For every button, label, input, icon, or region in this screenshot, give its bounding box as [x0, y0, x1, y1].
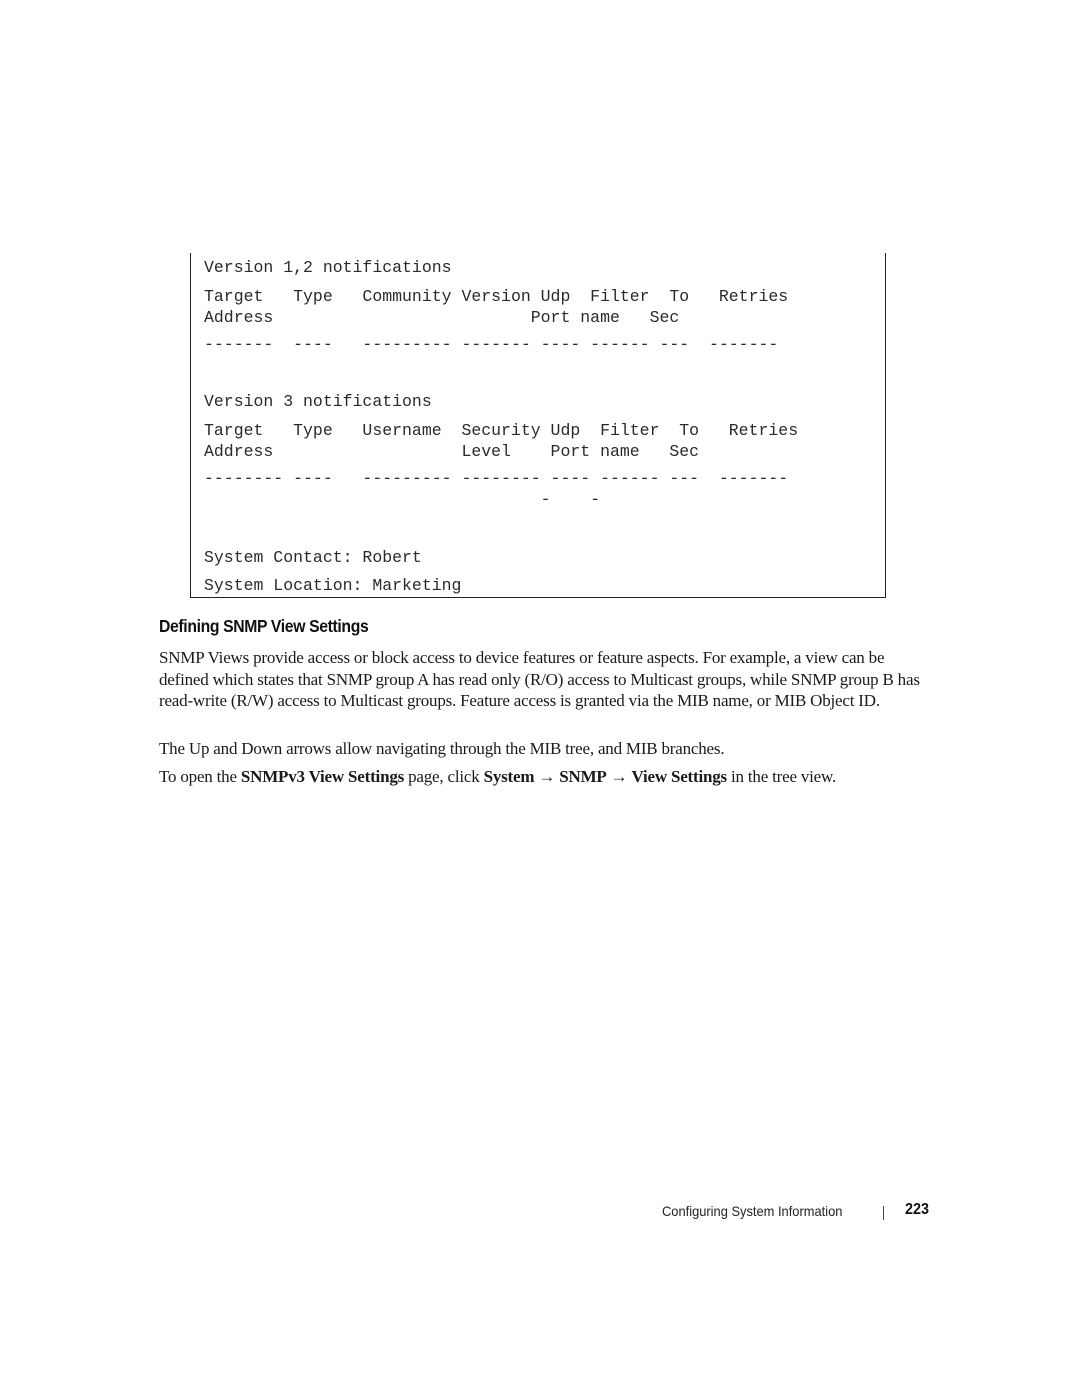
- system-location: System Location: Marketing: [204, 576, 462, 595]
- footer-chapter-title: Configuring System Information: [662, 1203, 843, 1219]
- section-heading: Defining SNMP View Settings: [159, 616, 369, 636]
- paragraph-navigation: To open the SNMPv3 View Settings page, c…: [159, 766, 929, 788]
- v3-header-row1: Target Type Username Security Udp Filter…: [204, 421, 799, 440]
- nav-middle: page, click: [404, 767, 484, 786]
- v3-separator-wrap: - -: [204, 490, 601, 509]
- nav-path-snmp: SNMP: [559, 767, 607, 786]
- v3-title: Version 3 notifications: [204, 392, 432, 411]
- paragraph-arrows: The Up and Down arrows allow navigating …: [159, 739, 725, 758]
- nav-path-system: System: [483, 767, 535, 786]
- arrow-right-icon: →: [606, 767, 632, 786]
- footer-divider: [883, 1206, 884, 1220]
- nav-page-name: SNMPv3 View Settings: [240, 767, 405, 786]
- paragraph-intro: SNMP Views provide access or block acces…: [159, 648, 920, 710]
- nav-path-view-settings: View Settings: [631, 767, 728, 786]
- page-number: 223: [905, 1201, 930, 1218]
- v12-separator: ------- ---- --------- ------- ---- ----…: [204, 335, 779, 354]
- v12-title: Version 1,2 notifications: [204, 258, 452, 277]
- nav-suffix: in the tree view.: [726, 767, 837, 786]
- v3-header-row2: Address Level Port name Sec: [204, 442, 700, 461]
- nav-prefix: To open the: [159, 767, 241, 786]
- arrow-right-icon: →: [534, 767, 560, 786]
- v3-separator: -------- ---- --------- -------- ---- --…: [204, 469, 789, 488]
- v12-header-row2: Address Port name Sec: [204, 308, 680, 327]
- system-contact: System Contact: Robert: [204, 548, 422, 567]
- v12-header-row1: Target Type Community Version Udp Filter…: [204, 287, 789, 306]
